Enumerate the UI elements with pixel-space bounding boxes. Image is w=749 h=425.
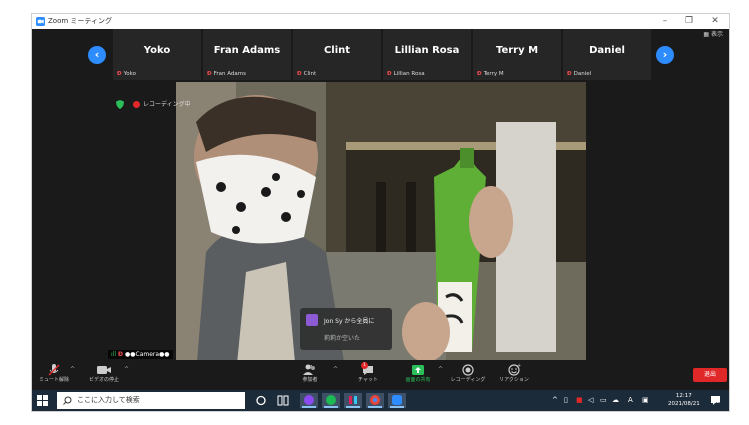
next-page-button[interactable]: ›	[656, 46, 674, 64]
muted-mic-icon: Đ	[567, 71, 572, 77]
muted-mic-icon	[48, 364, 60, 376]
signal-icon: ıll	[111, 351, 117, 358]
participant-tile-terry-m[interactable]: Terry M Đ Terry M	[473, 29, 561, 80]
participant-label: Đ Fran Adams	[207, 71, 246, 77]
video-camera-icon	[97, 366, 111, 374]
recording-dot-icon	[133, 101, 140, 108]
cortana-icon[interactable]	[252, 393, 270, 408]
muted-mic-icon: Đ	[297, 71, 302, 77]
participant-label: Đ Lillian Rosa	[387, 71, 425, 77]
close-button[interactable]: ✕	[706, 14, 724, 29]
video-options-caret[interactable]: ^	[124, 366, 129, 373]
view-toggle-button[interactable]: ▦ 表示	[703, 30, 723, 40]
chat-button[interactable]: 1 チャット	[346, 362, 390, 388]
window-title: Zoom ミーティング	[48, 17, 112, 25]
network-icon[interactable]: ▯	[564, 394, 568, 407]
prev-page-button[interactable]: ‹	[88, 46, 106, 64]
taskbar-app-spotify[interactable]	[322, 393, 340, 408]
clock-time: 12:17	[675, 393, 692, 399]
participant-name: Daniel	[589, 45, 625, 56]
participant-name: Lillian Rosa	[394, 45, 460, 56]
notification-count: 49	[715, 402, 721, 407]
participants-options-caret[interactable]: ^	[333, 366, 338, 373]
taskbar-app-messenger[interactable]	[300, 393, 318, 408]
title-bar: Zoom ミーティング – ❐ ✕	[32, 14, 729, 29]
running-indicator	[390, 406, 404, 408]
tray-overflow-icon[interactable]: ^	[552, 394, 558, 407]
task-view-icon[interactable]	[274, 393, 292, 408]
svg-text:+: +	[517, 363, 521, 369]
running-indicator	[302, 406, 316, 408]
taskbar-app-chrome[interactable]	[366, 393, 384, 408]
participant-name: Clint	[323, 45, 351, 56]
smiley-icon: +	[508, 363, 521, 376]
muted-mic-icon: Đ	[477, 71, 482, 77]
volume-icon[interactable]: ◁	[588, 394, 593, 407]
chat-badge: 1	[361, 362, 368, 369]
participant-tile-fran-adams[interactable]: Fran Adams Đ Fran Adams	[203, 29, 291, 80]
participant-label: Đ Terry M	[477, 71, 504, 77]
clock-date: 2021/08/21	[668, 401, 700, 407]
chevron-left-icon: ‹	[94, 48, 100, 61]
participant-count: 67	[306, 365, 313, 371]
running-indicator	[324, 406, 338, 408]
muted-mic-icon: Đ	[387, 71, 392, 77]
zoom-window: Zoom ミーティング – ❐ ✕ ‹ › ▦ 表示 Yoko Đ Yoko Fr…	[32, 14, 729, 411]
taskbar-search-box[interactable]: ここに入力して検索	[57, 392, 245, 409]
taskbar-app-slack[interactable]	[344, 393, 362, 408]
participant-name: Terry M	[495, 45, 539, 56]
speaker-name-label: ıll Đ ●●Camera●●	[108, 350, 173, 359]
running-indicator	[368, 406, 382, 408]
cloud-icon[interactable]: ☁	[612, 394, 619, 407]
tablet-mode-icon[interactable]: ▣	[642, 394, 649, 407]
muted-mic-icon: Đ	[117, 71, 122, 77]
reactions-button[interactable]: + リアクション	[492, 362, 536, 388]
share-screen-button[interactable]: 画面の共有	[396, 362, 440, 388]
participant-tile-daniel[interactable]: Daniel Đ Daniel	[563, 29, 651, 80]
recording-status: レコーディング中	[143, 101, 191, 108]
action-center-icon[interactable]: 49	[710, 395, 722, 406]
ime-indicator[interactable]: A	[628, 394, 633, 407]
battery-icon[interactable]: ▭	[600, 394, 607, 407]
shield-icon[interactable]	[116, 100, 124, 109]
zoom-app-icon	[36, 17, 45, 26]
taskbar-clock[interactable]: 12:17 2021/08/21	[668, 392, 700, 408]
participant-tile-lillian-rosa[interactable]: Lillian Rosa Đ Lillian Rosa	[383, 29, 471, 80]
chat-notification[interactable]: Jon Sy から全員に 莉莉か空いた	[300, 308, 392, 350]
running-indicator	[346, 406, 360, 408]
participants-button[interactable]: 67 参加者	[288, 362, 332, 388]
muted-mic-icon: Đ	[118, 351, 124, 358]
leave-meeting-button[interactable]: 退出	[693, 368, 727, 382]
minimize-button[interactable]: –	[656, 14, 674, 29]
participant-label: Đ Clint	[297, 71, 317, 77]
chat-message: 莉莉か空いた	[324, 335, 361, 342]
audio-options-caret[interactable]: ^	[70, 366, 75, 373]
restore-button[interactable]: ❐	[680, 14, 698, 29]
windows-start-icon[interactable]	[37, 395, 48, 406]
muted-mic-icon: Đ	[207, 71, 212, 77]
search-icon	[63, 396, 72, 405]
participant-tile-clint[interactable]: Clint Đ Clint	[293, 29, 381, 80]
taskbar-app-zoom[interactable]	[388, 393, 406, 408]
participant-tile-yoko[interactable]: Yoko Đ Yoko	[113, 29, 201, 80]
record-button[interactable]: レコーディング	[446, 362, 490, 388]
meeting-toolbar: ミュート解除 ^ ビデオの停止 ^ 67 参加者 ^ 1 チャット 画面の共有 …	[32, 360, 729, 390]
share-options-caret[interactable]: ^	[438, 366, 443, 373]
avatar	[306, 314, 318, 326]
search-placeholder: ここに入力して検索	[77, 396, 140, 404]
chat-sender: Jon Sy から全員に	[324, 318, 375, 325]
participant-label: Đ Yoko	[117, 71, 136, 77]
chevron-right-icon: ›	[662, 48, 668, 61]
share-screen-icon	[412, 365, 424, 375]
windows-taskbar: ここに入力して検索 ^ ▯ ■ ◁ ▭ ☁ A ▣ 12:17 2021/08/…	[32, 390, 729, 411]
tray-app-icon[interactable]: ■	[576, 394, 583, 407]
participant-label: Đ Daniel	[567, 71, 592, 77]
participant-name: Fran Adams	[213, 45, 281, 56]
participant-name: Yoko	[143, 45, 171, 56]
record-icon	[462, 364, 474, 376]
stop-video-button[interactable]: ビデオの停止	[82, 362, 126, 388]
